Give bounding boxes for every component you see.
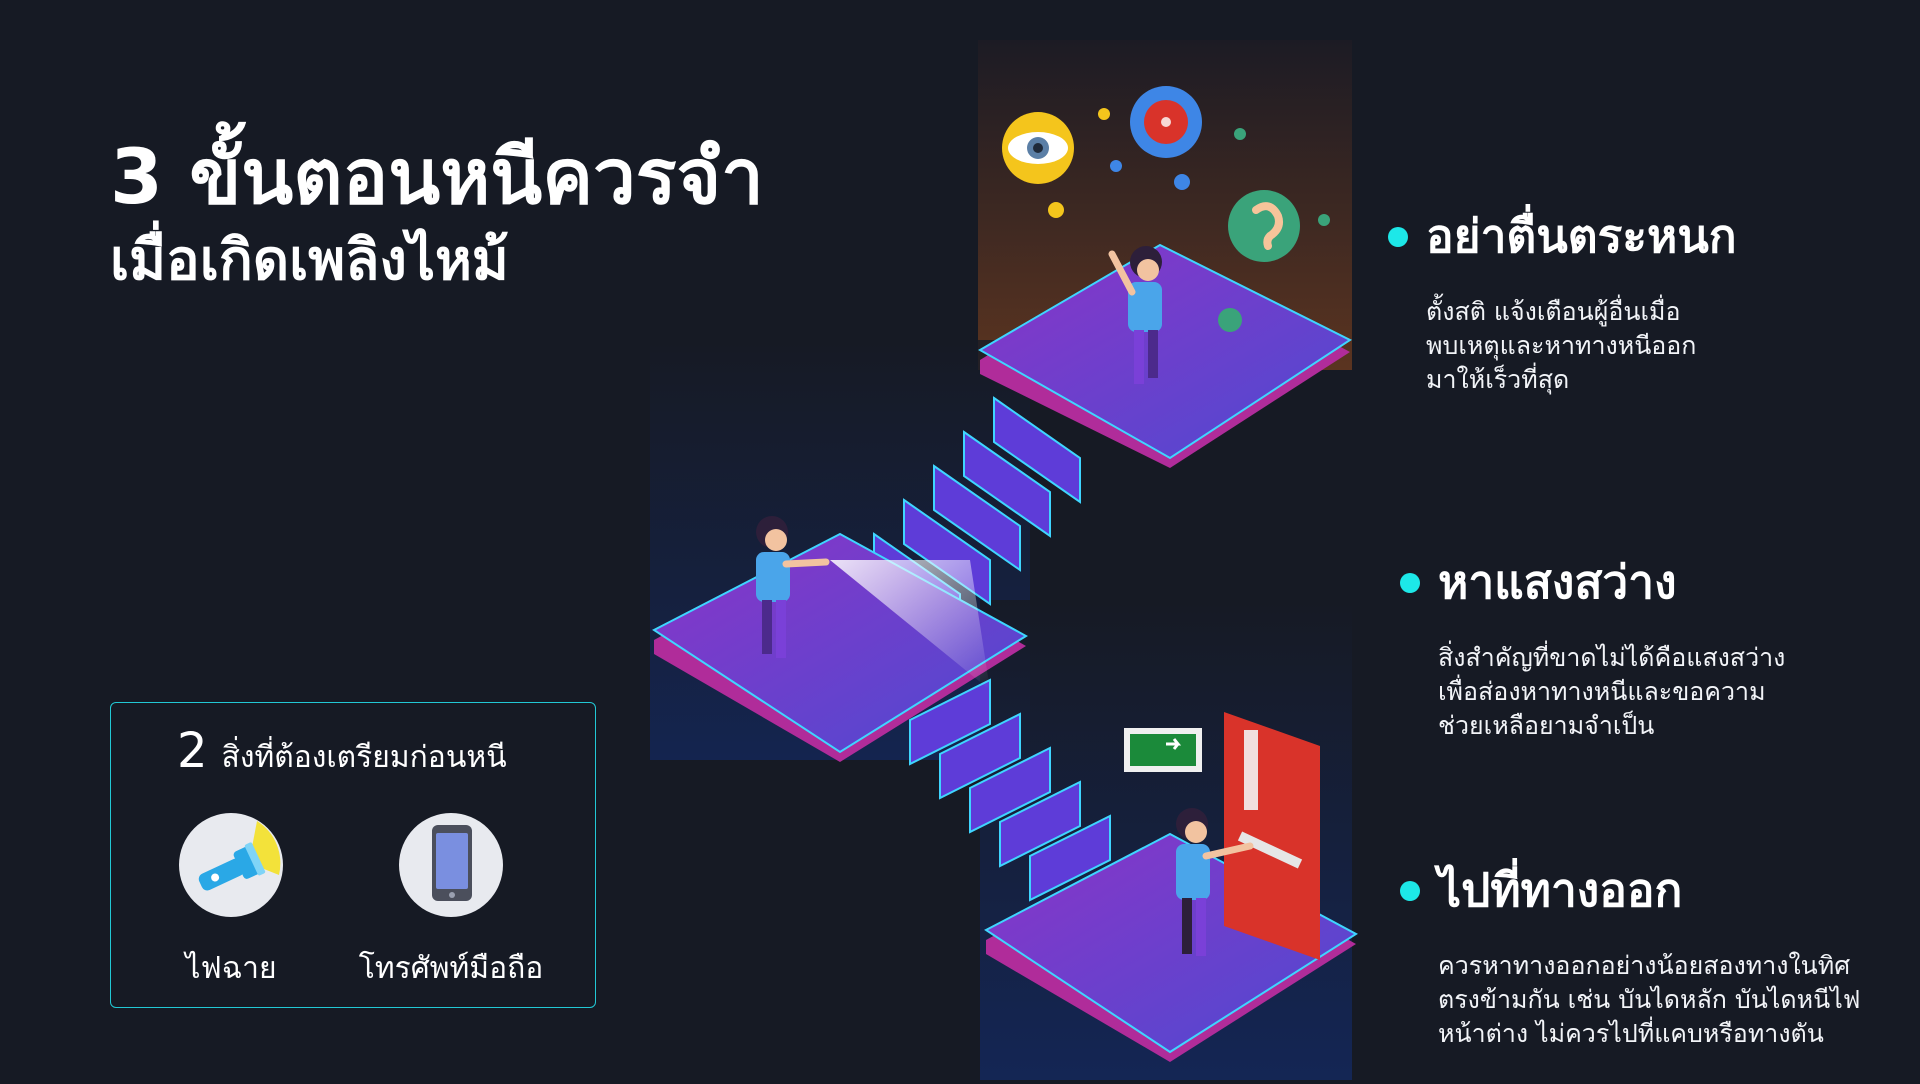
dot-4 (1174, 174, 1190, 190)
dot-2 (1048, 202, 1064, 218)
preparation-box: 2 สิ่งที่ต้องเตรียมก่อนหนี ไฟฉาย โทรศัพท… (110, 702, 596, 1008)
ear-icon (1228, 190, 1300, 262)
dot-1 (1098, 108, 1110, 120)
step-1: อย่าตื่นตระหนก ตั้งสติ แจ้งเตือนผู้อื่นเ… (1388, 200, 1737, 396)
bullet-dot-icon (1388, 226, 1408, 247)
step-2-title: หาแสงสว่าง (1438, 555, 1677, 609)
step-3: ไปที่ทางออก ควรหาทางออกอย่างน้อยสองทางใน… (1400, 854, 1860, 1050)
exit-sign (1124, 728, 1202, 772)
dot-3 (1110, 160, 1122, 172)
preparation-count: 2 (177, 723, 208, 779)
step-1-title: อย่าตื่นตระหนก (1426, 209, 1737, 263)
flashlight-label: ไฟฉาย (185, 951, 277, 986)
step-2-description: สิ่งสำคัญที่ขาดไม่ได้คือแสงสว่าง เพื่อส่… (1438, 641, 1785, 742)
step-3-title: ไปที่ทางออก (1438, 863, 1683, 917)
bullet-dot-icon (1400, 880, 1420, 901)
exit-door (1224, 712, 1320, 960)
step-3-line-3: หน้าต่าง ไม่ควรไปที่แคบหรือทางตัน (1438, 1018, 1824, 1048)
dot-5 (1234, 128, 1246, 140)
step-2-line-1: สิ่งสำคัญที่ขาดไม่ได้คือแสงสว่าง (1438, 643, 1786, 672)
dot-6 (1318, 214, 1330, 226)
step-2-line-3: ช่วยเหลือยามจำเป็น (1438, 710, 1655, 740)
step-2-line-2: เพื่อส่องหาทางหนีและขอความ (1438, 676, 1766, 706)
alarm-bell-icon (1130, 86, 1202, 158)
step-3-description: ควรหาทางออกอย่างน้อยสองทางในทิศ ตรงข้ามก… (1438, 949, 1860, 1050)
preparation-item-phone: โทรศัพท์มือถือ (341, 813, 561, 992)
mobile-phone-icon (399, 813, 503, 917)
preparation-heading: 2 สิ่งที่ต้องเตรียมก่อนหนี (177, 723, 507, 781)
flashlight-icon (179, 813, 283, 917)
staircase-illustration (650, 40, 1370, 1080)
step-1-line-1: ตั้งสติ แจ้งเตือนผู้อื่นเมื่อ (1426, 297, 1681, 326)
dot-7 (1218, 308, 1242, 332)
step-3-line-2: ตรงข้ามกัน เช่น บันไดหลัก บันไดหนีไฟ (1438, 984, 1861, 1014)
step-1-line-2: พบเหตุและหาทางหนีออก (1426, 330, 1697, 360)
preparation-title: สิ่งที่ต้องเตรียมก่อนหนี (221, 740, 507, 775)
step-1-description: ตั้งสติ แจ้งเตือนผู้อื่นเมื่อ พบเหตุและห… (1426, 295, 1737, 396)
step-2: หาแสงสว่าง สิ่งสำคัญที่ขาดไม่ได้คือแสงสว… (1400, 546, 1785, 742)
bullet-dot-icon (1400, 572, 1420, 593)
eye-icon (1002, 112, 1074, 184)
preparation-item-flashlight: ไฟฉาย (121, 813, 341, 992)
mobile-phone-label: โทรศัพท์มือถือ (358, 951, 544, 986)
step-3-line-1: ควรหาทางออกอย่างน้อยสองทางในทิศ (1438, 951, 1851, 980)
step-1-line-3: มาให้เร็วที่สุด (1426, 364, 1570, 394)
